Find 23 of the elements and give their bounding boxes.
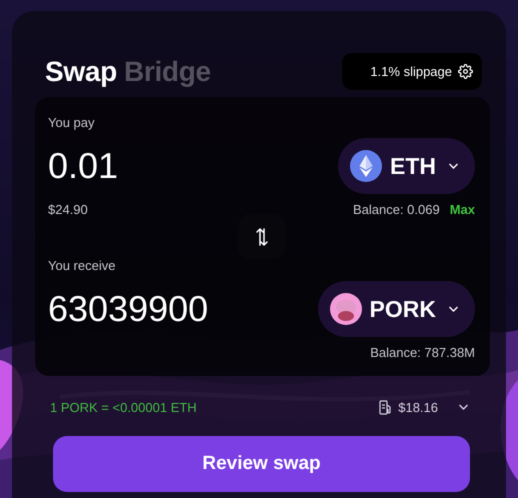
chevron-down-icon[interactable]	[458, 403, 469, 411]
swap-arrows-icon	[254, 226, 268, 246]
token-selector-button[interactable]: PORK	[318, 281, 475, 337]
balance-text: Balance: 787.38M	[370, 344, 475, 360]
balance-text: Balance: 0.069	[352, 202, 440, 216]
settings-icon	[458, 64, 473, 79]
token-logo-icon	[330, 293, 362, 325]
token-logo-icon	[350, 150, 382, 182]
slippage-button[interactable]: 1.1% slippage	[342, 53, 482, 90]
tab[interactable]: Swap	[45, 56, 117, 88]
fuel-pump-icon	[379, 400, 392, 414]
review-swap-button[interactable]: Review swap	[53, 436, 470, 492]
exchange-rate: 1 PORK = <0.00001 ETH	[50, 400, 197, 414]
token-selector-button[interactable]: ETH	[338, 138, 475, 194]
gas-fee: $18.16	[398, 400, 438, 414]
chevron-down-icon	[448, 305, 459, 313]
amount-field[interactable]: 63039900	[48, 288, 298, 330]
fiat-value: $24.90	[48, 202, 88, 216]
chevron-down-icon	[448, 162, 459, 170]
amount-field[interactable]: 0.01	[48, 145, 298, 187]
max-link[interactable]: Max	[450, 202, 475, 216]
section-label: You receive	[48, 258, 116, 274]
section-label: You pay	[48, 115, 95, 131]
